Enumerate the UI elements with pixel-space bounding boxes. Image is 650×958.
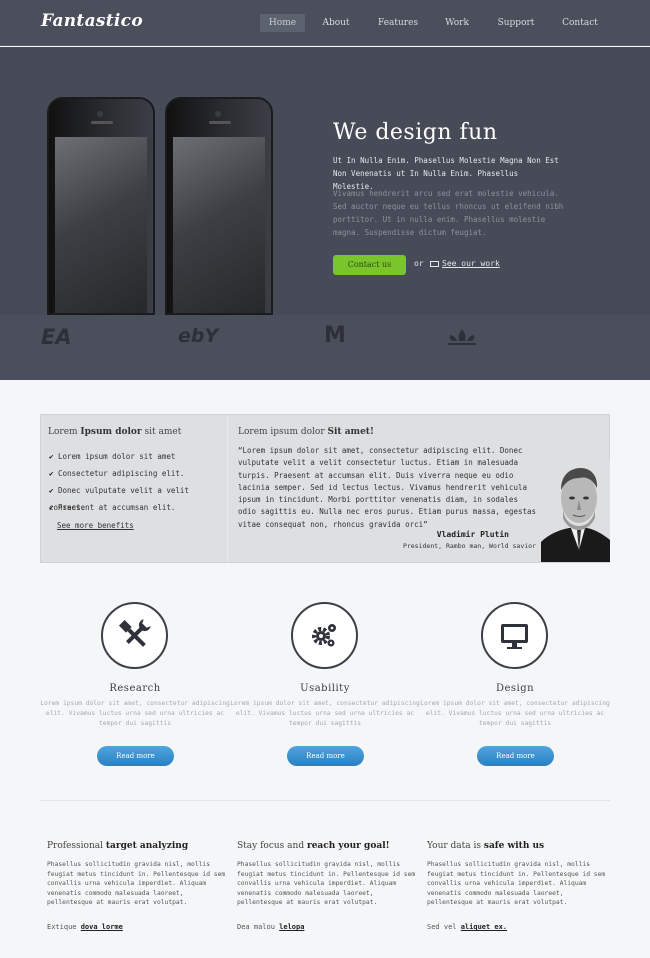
phone-speaker (91, 121, 113, 124)
hero-text: Vivamus hendrerit arcu sed erat molestie… (333, 189, 564, 237)
title-pre: Stay focus and (237, 841, 307, 851)
bottom-link[interactable]: dova lorme (81, 923, 123, 931)
list-item: ✔ Praesent at accumsan elit. (49, 499, 227, 516)
title-bold: Sit amet! (327, 427, 374, 437)
hero-title: We design fun (333, 120, 498, 145)
bottom-column-title: Your data is safe with us (427, 841, 544, 851)
contact-us-button[interactable]: Contact us (333, 255, 406, 275)
bottom-column-title: Stay focus and reach your goal! (237, 841, 390, 851)
see-work-label: See our work (442, 259, 500, 268)
list-item-label: Praesent at accumsan elit. (58, 503, 176, 512)
research-feature-icon (101, 602, 168, 669)
feature-text: Lorem ipsum dolor sit amet, consectetur … (420, 700, 610, 727)
testimonial-role: President, Rambo man, World savior (402, 542, 536, 550)
title-post: sit amet (141, 427, 182, 437)
see-more-benefits-link[interactable]: See more benefits (57, 521, 134, 530)
bottom-column-text: Phasellus sollicitudin gravida nisl, mol… (427, 861, 606, 906)
title-bold: safe with us (483, 841, 545, 851)
monitor-icon (501, 624, 528, 649)
benefits-title: Lorem Ipsum dolor sit amet (48, 427, 181, 437)
benefits-column: Lorem Ipsum dolor sit amet ✔ Lorem ipsum … (41, 415, 228, 562)
list-item: ✔ Consectetur adipiscing elit. (49, 465, 227, 482)
title-bold: target analyzing (105, 841, 189, 851)
nav-about[interactable]: About (316, 14, 356, 32)
bottom-column-footer: Dea malou lelopa (237, 923, 304, 931)
bottom-column-title: Professional target analyzing (47, 841, 188, 851)
mcdonalds-logo: M (324, 323, 346, 348)
usability-feature-icon (291, 602, 358, 669)
gears-icon (312, 624, 336, 647)
check-icon: ✔ (49, 503, 54, 512)
design-read-more-button[interactable]: Read more (477, 746, 554, 766)
link-prefix: Dea malou (237, 923, 280, 931)
ea-logo: EA (41, 325, 72, 349)
title-bold: reach your goal! (306, 841, 390, 851)
usability-read-more-button[interactable]: Read more (287, 746, 364, 766)
testimonial-quote: “Lorem ipsum dolor sit amet, consectetur… (238, 446, 537, 529)
testimonial-box: Lorem Ipsum dolor sit amet ✔ Lorem ipsum … (40, 414, 610, 563)
link-prefix: Extique (47, 923, 81, 931)
list-item-label: Lorem ipsum dolor sit amet (58, 452, 176, 461)
phone-image-left (47, 97, 155, 315)
research-read-more-button[interactable]: Read more (97, 746, 174, 766)
bottom-column-footer: Sed vel aliquet ex. (427, 923, 507, 931)
list-item: ✔ Lorem ipsum dolor sit amet (49, 448, 227, 465)
author-portrait (541, 460, 610, 562)
adidas-logo (448, 329, 476, 345)
list-item-label: Consectetur adipiscing elit. (58, 469, 185, 478)
feature-text: Lorem ipsum dolor sit amet, consectetur … (230, 700, 420, 727)
nav-contact[interactable]: Contact (558, 14, 602, 32)
feature-title: Design (495, 683, 535, 694)
feature-title: Research (109, 683, 161, 694)
phone-image-right (165, 97, 273, 315)
portrait-image (541, 460, 610, 562)
nav-support[interactable]: Support (493, 14, 539, 32)
bottom-link[interactable]: lelopa (279, 923, 304, 931)
check-icon: ✔ (49, 486, 54, 495)
design-feature-icon (481, 602, 548, 669)
section-divider (40, 800, 610, 801)
phone-screen (55, 137, 147, 313)
bottom-column-footer: Extique dova lorme (47, 923, 123, 931)
title-pre: Your data is (427, 841, 484, 851)
or-label: or (414, 259, 424, 268)
nav-home[interactable]: Home (260, 14, 305, 32)
check-icon: ✔ (49, 452, 54, 461)
check-icon: ✔ (49, 469, 54, 478)
list-item: ✔ Donec vulputate velit a velit consect. (49, 482, 227, 512)
phone-screen (173, 137, 265, 313)
monitor-icon (430, 260, 439, 267)
benefits-list: ✔ Lorem ipsum dolor sit amet ✔ Consectetur… (49, 448, 227, 516)
feature-text: Lorem ipsum dolor sit amet, consectetur … (40, 700, 230, 727)
top-navbar: Fantastico Home About Features Work Supp… (0, 0, 650, 46)
nav-work[interactable]: Work (440, 14, 474, 32)
tools-icon (118, 619, 151, 647)
see-our-work-link[interactable]: See our work (430, 259, 500, 268)
bottom-link[interactable]: aliquet ex. (461, 923, 507, 931)
testimonial-title: Lorem ipsum dolor Sit amet! (238, 427, 374, 437)
feature-title: Usability (300, 683, 350, 694)
phone-camera (215, 111, 221, 117)
site-logo[interactable]: Fantastico (41, 11, 143, 31)
hero-section: We design fun Ut In Nulla Enim. Phasellu… (0, 47, 650, 315)
bottom-column-text: Phasellus sollicitudin gravida nisl, mol… (237, 861, 416, 906)
title-pre: Lorem ipsum dolor (238, 427, 328, 437)
title-pre: Lorem (48, 427, 81, 437)
phone-speaker (209, 121, 231, 124)
testimonial-author: Vladimir Plutin (436, 530, 509, 539)
client-logos: EA ebY M (0, 315, 650, 380)
bottom-column-text: Phasellus sollicitudin gravida nisl, mol… (47, 861, 226, 906)
ebay-logo: ebY (178, 325, 219, 347)
link-prefix: Sed vel (427, 923, 461, 931)
title-bold: Ipsum dolor (80, 427, 142, 437)
title-pre: Professional (47, 841, 106, 851)
nav-features[interactable]: Features (372, 14, 424, 32)
phone-camera (97, 111, 103, 117)
